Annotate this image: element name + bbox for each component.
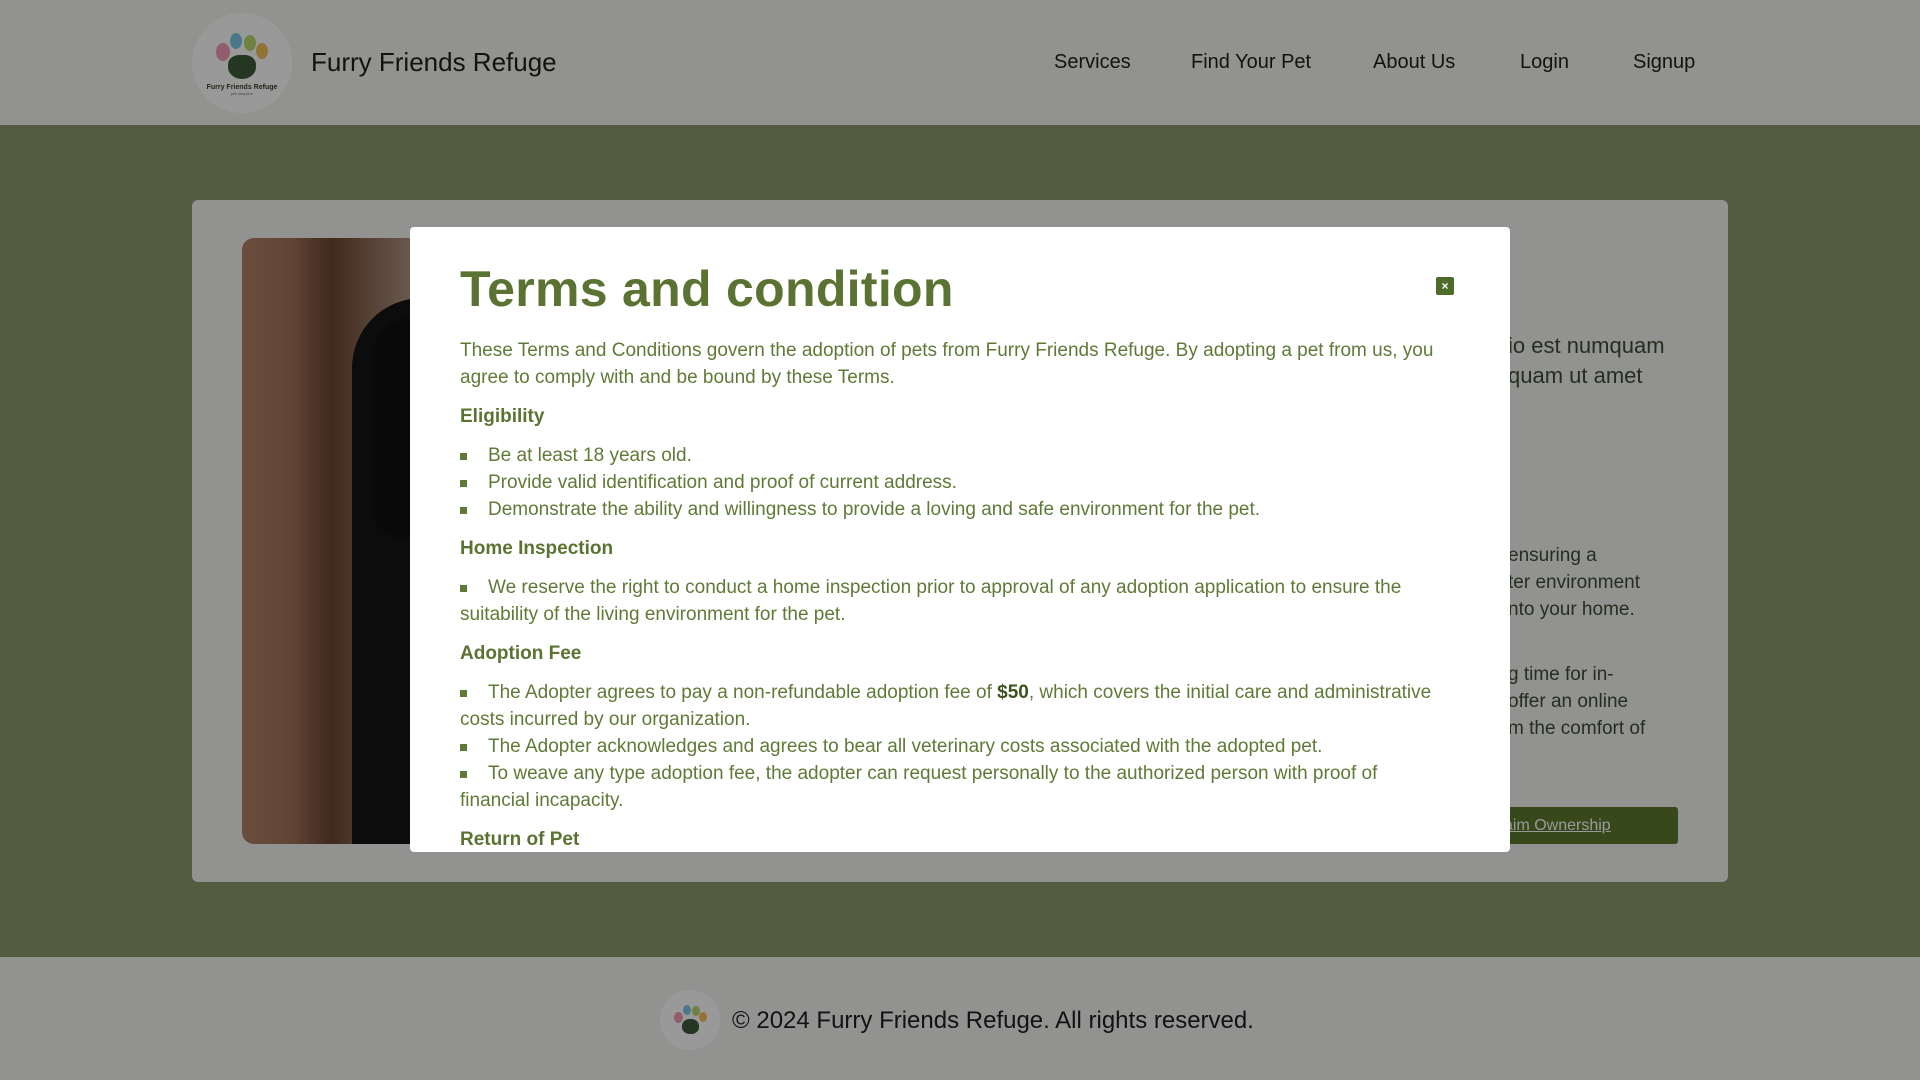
home-inspection-list: We reserve the right to conduct a home i… (460, 574, 1440, 628)
list-item: Demonstrate the ability and willingness … (460, 496, 1440, 523)
terms-intro: These Terms and Conditions govern the ad… (460, 339, 1434, 388)
list-item: The Adopter agrees to pay a non-refundab… (460, 679, 1440, 733)
close-icon[interactable]: × (1436, 277, 1454, 295)
list-item: The Adopter acknowledges and agrees to b… (460, 733, 1440, 760)
adoption-fee-list: The Adopter agrees to pay a non-refundab… (460, 679, 1440, 814)
section-heading-return-of-pet: Return of Pet (460, 828, 580, 850)
fee-amount: $50 (997, 681, 1029, 703)
section-heading-eligibility: Eligibility (460, 405, 545, 427)
list-item: Provide valid identification and proof o… (460, 469, 1440, 496)
eligibility-list: Be at least 18 years old. Provide valid … (460, 442, 1440, 523)
list-item: Be at least 18 years old. (460, 442, 1440, 469)
fee-text-prefix: The Adopter agrees to pay a non-refundab… (488, 681, 998, 703)
list-item: We reserve the right to conduct a home i… (460, 574, 1440, 628)
modal-title: Terms and condition (460, 261, 954, 317)
section-heading-home-inspection: Home Inspection (460, 537, 614, 559)
list-item: To weave any type adoption fee, the adop… (460, 760, 1440, 814)
terms-modal: Terms and condition These Terms and Cond… (410, 227, 1510, 852)
section-heading-adoption-fee: Adoption Fee (460, 642, 582, 664)
